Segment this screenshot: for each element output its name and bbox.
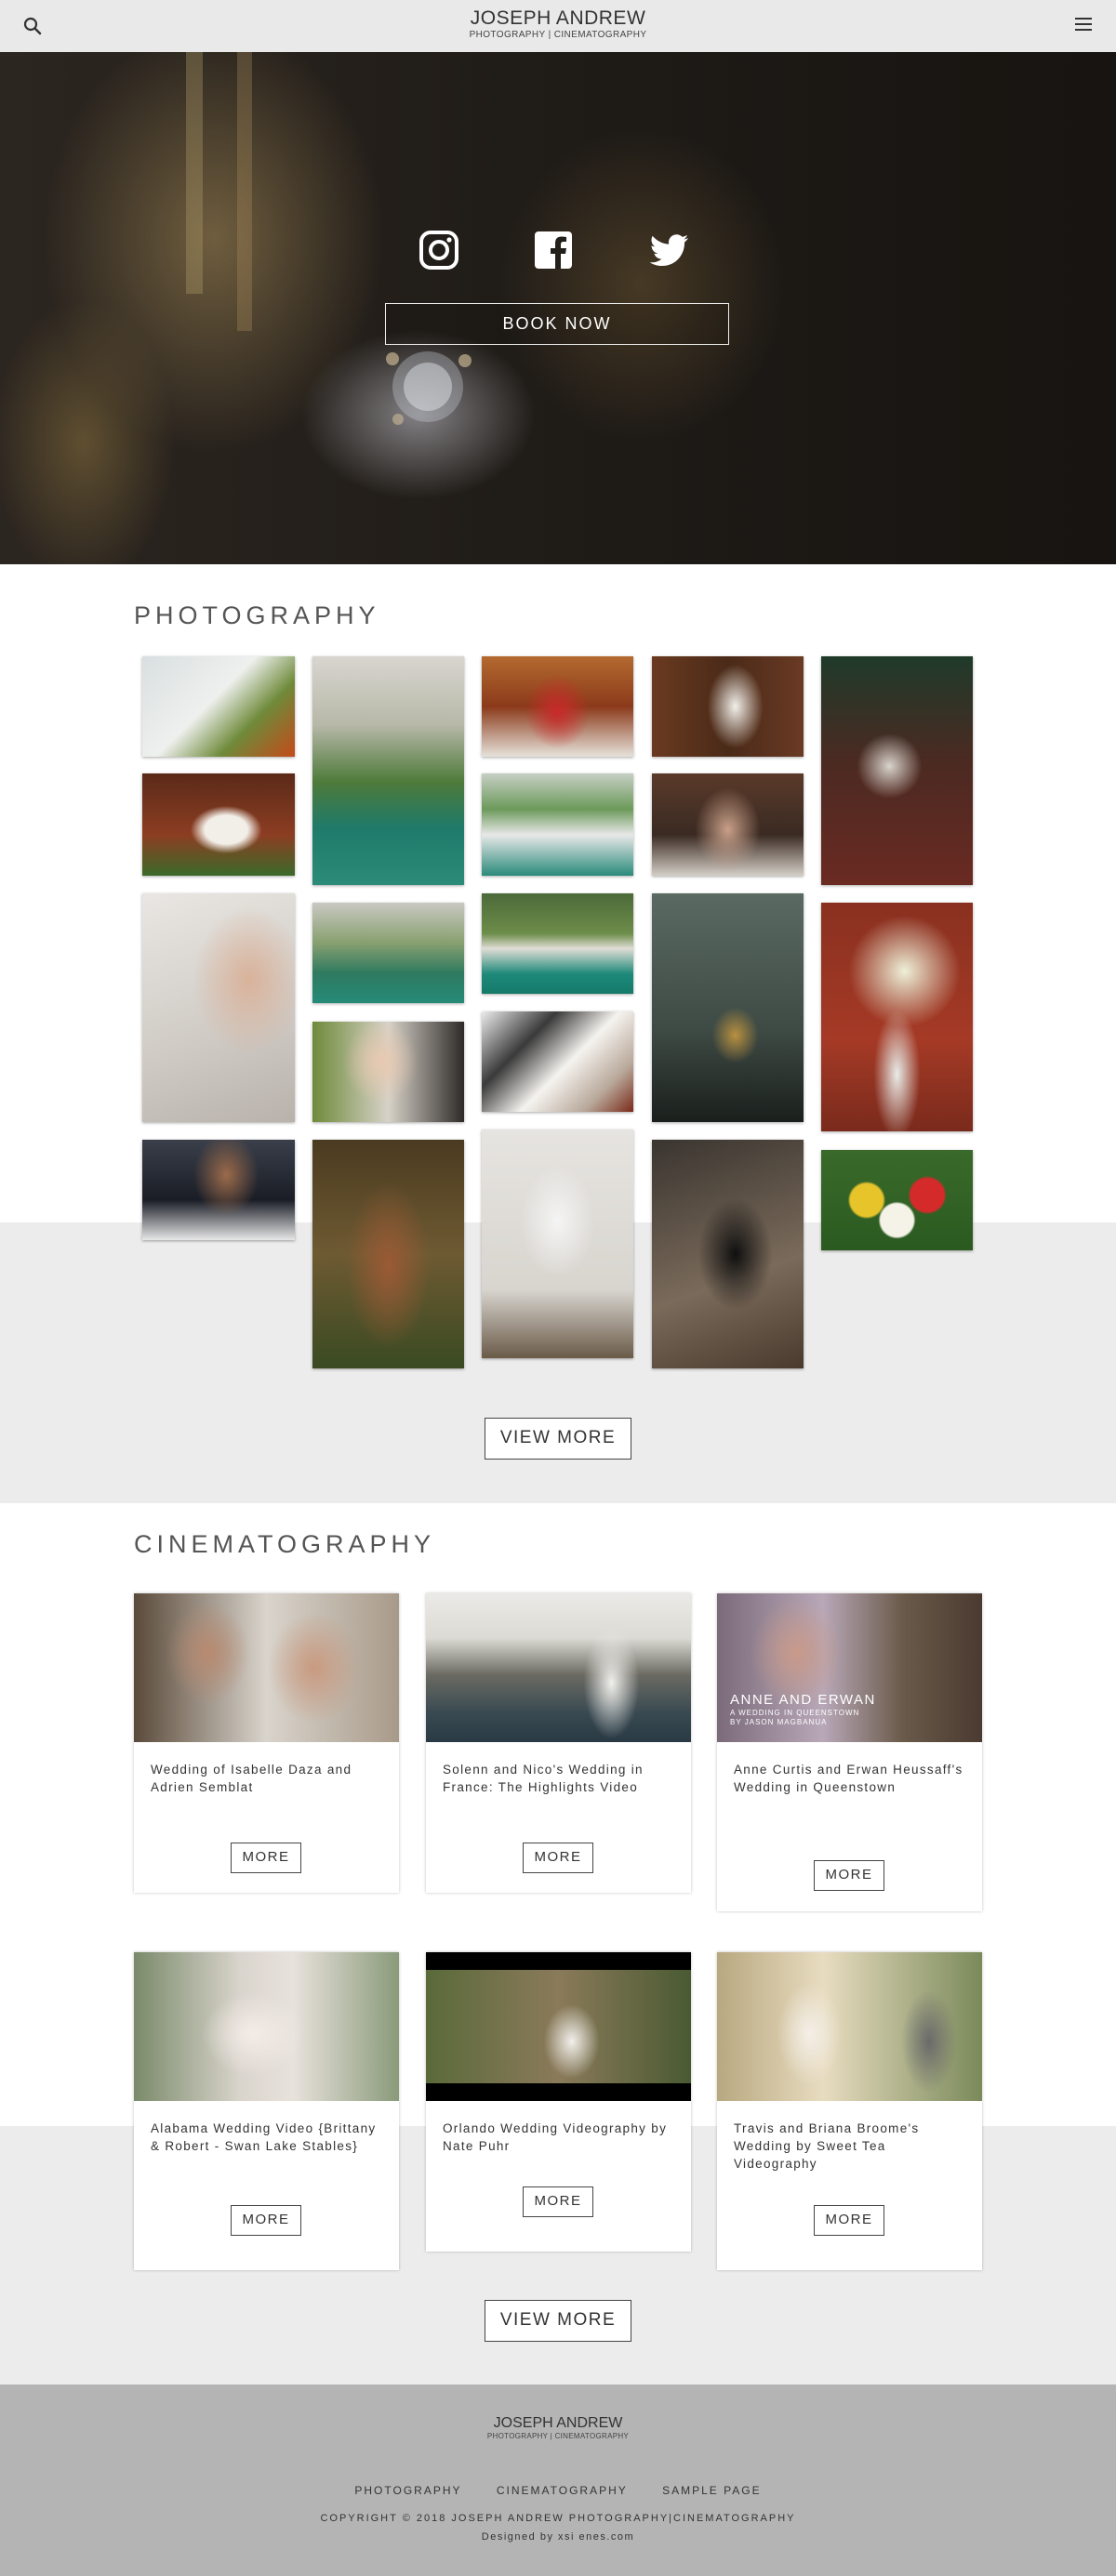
cinematography-heading: CINEMATOGRAPHY — [134, 1530, 436, 1558]
instagram-icon[interactable] — [416, 227, 462, 273]
photography-view-more-button[interactable]: VIEW MORE — [485, 1418, 631, 1460]
video-card[interactable]: Wedding of Isabelle Daza and Adrien Semb… — [134, 1593, 399, 1893]
hero-banner: BOOK NOW — [0, 52, 1116, 564]
gallery-photo[interactable] — [821, 656, 973, 885]
video-title: Wedding of Isabelle Daza and Adrien Semb… — [151, 1763, 352, 1794]
video-card[interactable]: ANNE AND ERWAN A WEDDING IN QUEENSTOWN B… — [717, 1593, 982, 1911]
bokeh-image — [186, 52, 252, 331]
gallery-photo[interactable] — [482, 656, 633, 757]
twitter-icon[interactable] — [645, 227, 692, 273]
brand-subtitle: PHOTOGRAPHY | CINEMATOGRAPHY — [469, 30, 647, 40]
video-more-button[interactable]: MORE — [231, 2205, 301, 2236]
site-header: JOSEPH ANDREW PHOTOGRAPHY | CINEMATOGRAP… — [0, 0, 1116, 52]
video-card[interactable]: Travis and Briana Broome's Wedding by Sw… — [717, 1952, 982, 2270]
gallery-photo[interactable] — [652, 656, 804, 757]
book-now-button[interactable]: BOOK NOW — [385, 303, 729, 345]
footer-link-sample-page[interactable]: SAMPLE PAGE — [662, 2484, 761, 2497]
hamburger-menu-icon[interactable] — [1075, 18, 1092, 33]
video-title: Alabama Wedding Video {Brittany & Robert… — [151, 2121, 377, 2153]
video-more-button[interactable]: MORE — [523, 2186, 593, 2217]
video-thumbnail[interactable] — [134, 1952, 399, 2101]
video-more-button[interactable]: MORE — [231, 1843, 301, 1873]
video-title: Travis and Briana Broome's Wedding by Sw… — [734, 2121, 920, 2171]
gallery-photo[interactable] — [482, 773, 633, 876]
gallery-photo[interactable] — [821, 903, 973, 1131]
video-overlay-credit: BY JASON MAGBANUA — [730, 1718, 828, 1726]
gallery-photo[interactable] — [652, 893, 804, 1122]
video-title: Anne Curtis and Erwan Heussaff's Wedding… — [734, 1763, 963, 1794]
footer-brand-name: JOSEPH ANDREW — [493, 2415, 623, 2431]
video-title: Orlando Wedding Videography by Nate Puhr — [443, 2121, 668, 2153]
gallery-photo[interactable] — [482, 1011, 633, 1112]
cinematography-view-more-button[interactable]: VIEW MORE — [485, 2300, 631, 2342]
photography-heading: PHOTOGRAPHY — [134, 601, 380, 629]
video-thumbnail[interactable] — [717, 1952, 982, 2101]
site-footer: JOSEPH ANDREW PHOTOGRAPHY | CINEMATOGRAP… — [0, 2384, 1116, 2576]
video-more-button[interactable]: MORE — [814, 1860, 884, 1891]
copyright-text: COPYRIGHT © 2018 JOSEPH ANDREW PHOTOGRAP… — [320, 2513, 796, 2524]
designer-credit[interactable]: Designed by xsi enes.com — [0, 2531, 1116, 2543]
gallery-photo[interactable] — [312, 1140, 464, 1368]
footer-logo[interactable]: JOSEPH ANDREW PHOTOGRAPHY | CINEMATOGRAP… — [0, 2415, 1116, 2440]
gallery-photo[interactable] — [142, 893, 295, 1122]
video-card[interactable]: Alabama Wedding Video {Brittany & Robert… — [134, 1952, 399, 2270]
video-thumbnail[interactable] — [426, 1593, 691, 1742]
facebook-icon[interactable] — [530, 227, 577, 273]
video-thumbnail[interactable]: ANNE AND ERWAN A WEDDING IN QUEENSTOWN B… — [717, 1593, 982, 1742]
footer-link-cinematography[interactable]: CINEMATOGRAPHY — [497, 2484, 628, 2497]
video-card[interactable]: Orlando Wedding Videography by Nate Puhr… — [426, 1952, 691, 2252]
gallery-photo[interactable] — [312, 903, 464, 1003]
video-more-button[interactable]: MORE — [814, 2205, 884, 2236]
video-card[interactable]: Solenn and Nico's Wedding in France: The… — [426, 1593, 691, 1893]
gallery-photo[interactable] — [482, 893, 633, 994]
gallery-photo[interactable] — [142, 656, 295, 757]
gallery-photo[interactable] — [652, 1140, 804, 1368]
video-thumbnail[interactable] — [134, 1593, 399, 1742]
page: JOSEPH ANDREW PHOTOGRAPHY | CINEMATOGRAP… — [0, 0, 1116, 2576]
brand-name: JOSEPH ANDREW — [470, 7, 646, 29]
video-overlay-subtitle: A WEDDING IN QUEENSTOWN — [730, 1709, 860, 1717]
gallery-photo[interactable] — [312, 1022, 464, 1122]
gallery-photo[interactable] — [482, 1129, 633, 1358]
footer-brand-subtitle: PHOTOGRAPHY | CINEMATOGRAPHY — [486, 2432, 630, 2440]
gallery-photo[interactable] — [652, 773, 804, 876]
footer-link-photography[interactable]: PHOTOGRAPHY — [354, 2484, 461, 2497]
video-thumbnail[interactable] — [426, 1952, 691, 2101]
gallery-photo[interactable] — [821, 1150, 973, 1250]
video-overlay-title: ANNE AND ERWAN — [730, 1692, 876, 1708]
site-logo[interactable]: JOSEPH ANDREW PHOTOGRAPHY | CINEMATOGRAP… — [0, 7, 1116, 41]
gallery-photo[interactable] — [142, 773, 295, 876]
video-more-button[interactable]: MORE — [523, 1843, 593, 1873]
footer-nav: PHOTOGRAPHY CINEMATOGRAPHY SAMPLE PAGE — [0, 2484, 1116, 2497]
video-title: Solenn and Nico's Wedding in France: The… — [443, 1763, 644, 1794]
gallery-photo[interactable] — [142, 1140, 295, 1240]
gallery-photo[interactable] — [312, 656, 464, 885]
